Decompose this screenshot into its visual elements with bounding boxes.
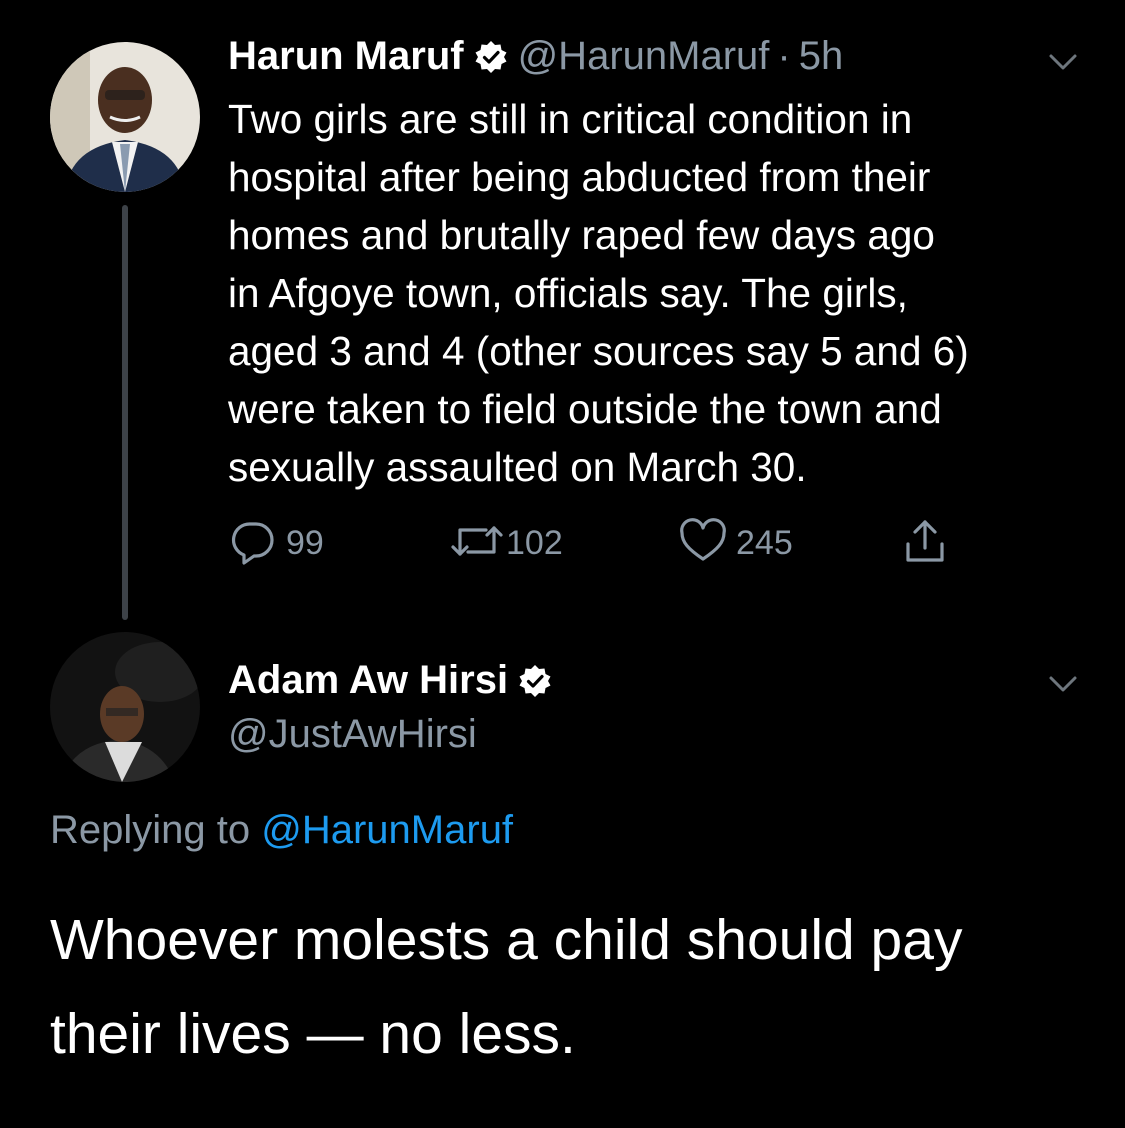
like-action[interactable]: 245 <box>678 515 793 571</box>
replying-to-label: Replying to <box>50 808 251 852</box>
avatar-adam-aw-hirsi[interactable] <box>50 632 200 782</box>
author-handle[interactable]: @HarunMaruf <box>518 34 770 79</box>
reply-icon[interactable] <box>228 516 278 571</box>
reply-count: 99 <box>286 523 324 562</box>
retweet-icon[interactable] <box>450 516 504 571</box>
replying-to-mention-link[interactable]: @HarunMaruf <box>261 808 513 852</box>
reply-author-handle[interactable]: @JustAwHirsi <box>228 712 477 757</box>
like-icon[interactable] <box>678 516 728 571</box>
tweet-body-text: Two girls are still in critical conditio… <box>228 96 969 490</box>
author-display-name[interactable]: Harun Maruf <box>228 34 464 79</box>
chevron-down-icon[interactable] <box>1045 44 1081 80</box>
reply-author-display-name[interactable]: Adam Aw Hirsi <box>228 658 508 703</box>
replying-to-line: Replying to @HarunMaruf <box>50 808 513 853</box>
retweet-count: 102 <box>506 523 563 562</box>
share-action[interactable] <box>900 515 950 571</box>
retweet-action[interactable]: 102 <box>450 515 563 571</box>
share-icon[interactable] <box>900 516 950 571</box>
thread-connector-line <box>122 205 128 620</box>
reply-action[interactable]: 99 <box>228 515 324 571</box>
verified-badge-icon <box>518 664 552 698</box>
chevron-down-icon[interactable] <box>1045 666 1081 702</box>
like-count: 245 <box>736 523 793 562</box>
tweet-timestamp[interactable]: 5h <box>799 34 844 79</box>
avatar-harun-maruf[interactable] <box>50 42 200 192</box>
tweet-header: Harun Maruf @HarunMaruf · 5h <box>228 34 843 79</box>
verified-badge-icon <box>474 40 508 74</box>
reply-header: Adam Aw Hirsi <box>228 658 562 703</box>
header-separator: · <box>777 34 791 78</box>
reply-body-text: Whoever molests a child should pay their… <box>50 908 963 1066</box>
